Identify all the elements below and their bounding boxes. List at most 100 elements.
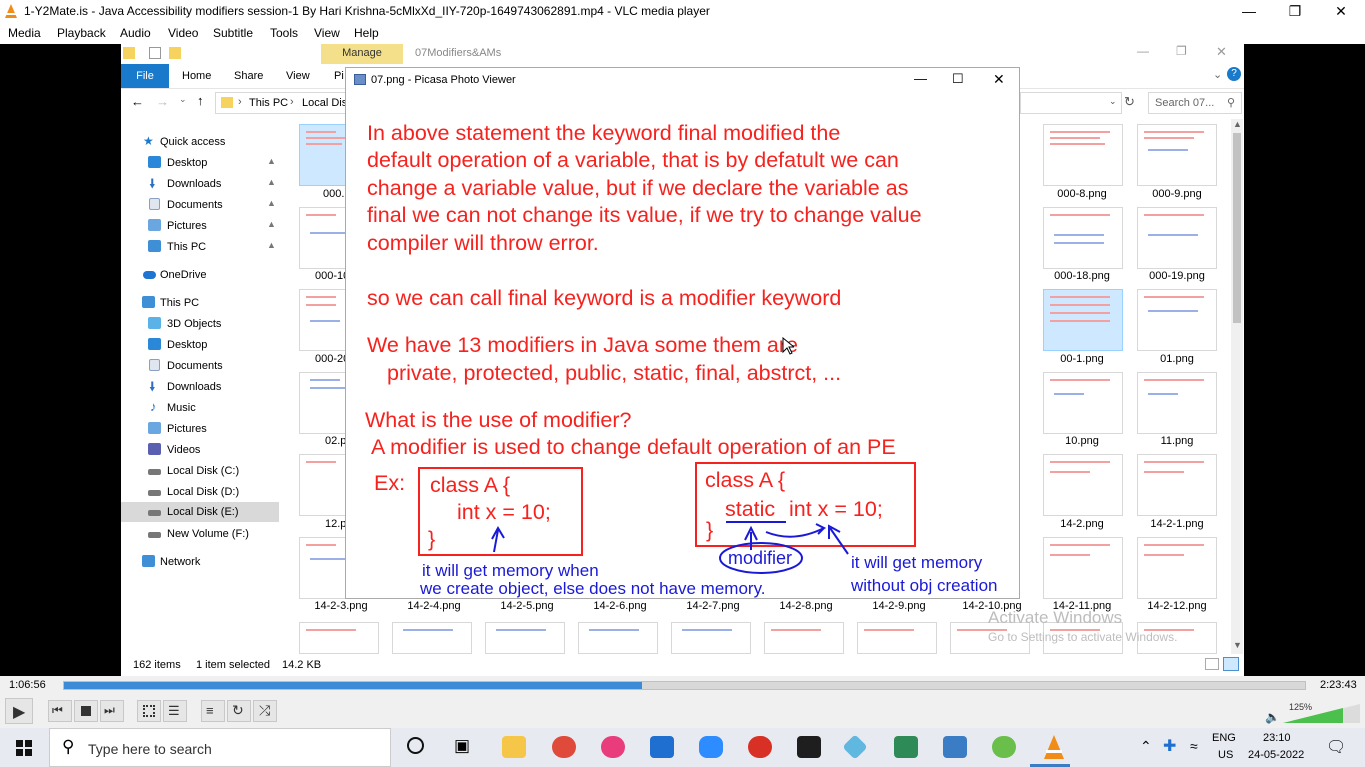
scroll-up-icon[interactable]: ▲	[1233, 119, 1242, 129]
file-thumbnail[interactable]	[1043, 207, 1123, 269]
shuffle-button[interactable]: ⤮	[253, 700, 277, 722]
file-thumbnail[interactable]	[671, 622, 751, 654]
nav-3d-objects[interactable]: 3D Objects	[121, 314, 279, 334]
restore-button[interactable]: ❐	[1272, 0, 1318, 23]
scroll-down-icon[interactable]: ▼	[1233, 640, 1242, 650]
ribbon-manage-tab[interactable]: Manage	[321, 44, 403, 64]
file-thumbnail[interactable]	[392, 622, 472, 654]
menu-video[interactable]: Video	[168, 26, 198, 40]
ribbon-picture-tools-tab[interactable]: Pi	[334, 70, 344, 82]
nav-downloads[interactable]: 🠛 Downloads ▲	[121, 174, 279, 194]
chevron-up-icon[interactable]: ⌃	[1140, 738, 1152, 755]
menu-tools[interactable]: Tools	[270, 26, 298, 40]
chevron-down-icon[interactable]: ⌄	[1213, 68, 1222, 81]
up-arrow-icon[interactable]: ↑	[197, 93, 204, 108]
vertical-scrollbar[interactable]: ▲ ▼	[1231, 119, 1243, 654]
ribbon-home-tab[interactable]: Home	[182, 70, 211, 82]
menu-subtitle[interactable]: Subtitle	[213, 26, 253, 40]
search-icon[interactable]: ⚲	[1227, 96, 1235, 109]
keyboard-layout[interactable]: US	[1218, 749, 1233, 761]
explorer-restore-button[interactable]: ❐	[1176, 44, 1187, 58]
nav-pc-documents[interactable]: Documents	[121, 356, 279, 376]
menu-audio[interactable]: Audio	[120, 26, 151, 40]
help-icon[interactable]: ?	[1227, 67, 1241, 81]
large-icons-view-icon[interactable]	[1223, 657, 1239, 671]
refresh-icon[interactable]: ↻	[1124, 94, 1135, 110]
back-arrow-icon[interactable]: ←	[131, 94, 144, 109]
file-thumbnail[interactable]	[485, 622, 565, 654]
address-local-disk[interactable]: Local Dis	[302, 97, 347, 109]
clock-time[interactable]: 23:10	[1263, 732, 1291, 744]
properties-icon[interactable]	[149, 47, 161, 59]
nav-desktop[interactable]: Desktop ▲	[121, 153, 279, 173]
forward-arrow-icon[interactable]: →	[156, 94, 169, 109]
file-thumbnail[interactable]	[1043, 124, 1123, 186]
seek-bar[interactable]	[63, 681, 1306, 690]
nav-this-pc-quick[interactable]: This PC ▲	[121, 237, 279, 257]
picasa-maximize-button[interactable]: ☐	[952, 71, 964, 87]
cortana-icon[interactable]	[407, 737, 424, 754]
file-thumbnail[interactable]	[299, 622, 379, 654]
recent-locations-icon[interactable]: ⌄	[179, 94, 187, 105]
file-thumbnail[interactable]	[1043, 537, 1123, 599]
file-thumbnail[interactable]	[1137, 537, 1217, 599]
language-indicator[interactable]: ENG	[1212, 732, 1236, 744]
speaker-icon[interactable]: 🔈	[1265, 710, 1280, 724]
minimize-button[interactable]: —	[1226, 0, 1272, 23]
nav-local-disk-c[interactable]: Local Disk (C:)	[121, 461, 279, 481]
ribbon-view-tab[interactable]: View	[286, 70, 310, 82]
file-thumbnail[interactable]	[578, 622, 658, 654]
menu-help[interactable]: Help	[354, 26, 379, 40]
file-thumbnail[interactable]	[1043, 289, 1123, 351]
file-thumbnail[interactable]	[1043, 454, 1123, 516]
vlc-taskbar-icon[interactable]	[1043, 735, 1065, 761]
nav-local-disk-d[interactable]: Local Disk (D:)	[121, 482, 279, 502]
play-button[interactable]: ▶	[5, 698, 33, 724]
zoom-icon[interactable]	[699, 736, 723, 758]
next-button[interactable]: ⏭	[100, 700, 124, 722]
explorer-minimize-button[interactable]: —	[1137, 44, 1149, 58]
file-thumbnail[interactable]	[1137, 289, 1217, 351]
recorder-icon[interactable]	[748, 736, 772, 758]
search-box[interactable]: Search 07... ⚲	[1148, 92, 1242, 114]
nav-pc-pictures[interactable]: Pictures	[121, 419, 279, 439]
menu-view[interactable]: View	[314, 26, 340, 40]
notepad-icon[interactable]	[797, 736, 821, 758]
nav-pictures[interactable]: Pictures ▲	[121, 216, 279, 236]
nav-documents[interactable]: Documents ▲	[121, 195, 279, 215]
nav-videos[interactable]: Videos	[121, 440, 279, 460]
clock-date[interactable]: 24-05-2022	[1248, 749, 1304, 761]
photos-icon[interactable]	[943, 736, 967, 758]
network-tool-icon[interactable]	[842, 734, 868, 760]
add-icon[interactable]: ✚	[1163, 736, 1176, 756]
address-dropdown-icon[interactable]: ⌄	[1109, 96, 1117, 107]
eclipse-icon[interactable]	[992, 736, 1016, 758]
ribbon-share-tab[interactable]: Share	[234, 70, 263, 82]
file-thumbnail[interactable]	[1043, 372, 1123, 434]
file-thumbnail[interactable]	[1137, 454, 1217, 516]
stop-button[interactable]	[74, 700, 98, 722]
close-button[interactable]: ✕	[1318, 0, 1364, 23]
chrome-icon[interactable]	[552, 736, 576, 758]
ribbon-file-tab[interactable]: File	[121, 64, 169, 88]
snipping-tool-icon[interactable]	[601, 736, 625, 758]
nav-pc-downloads[interactable]: 🠛 Downloads	[121, 377, 279, 397]
playlist-button[interactable]: ≡	[201, 700, 225, 722]
file-thumbnail[interactable]	[857, 622, 937, 654]
scrollbar-thumb[interactable]	[1233, 133, 1241, 323]
file-thumbnail[interactable]	[1137, 124, 1217, 186]
nav-new-volume-f[interactable]: New Volume (F:)	[121, 524, 279, 544]
nav-quick-access[interactable]: ★ Quick access	[121, 132, 279, 152]
store-icon[interactable]	[650, 736, 674, 758]
menu-playback[interactable]: Playback	[57, 26, 106, 40]
spreadsheet-icon[interactable]	[894, 736, 918, 758]
file-explorer-icon[interactable]	[502, 736, 526, 758]
address-field[interactable]: › This PC › Local Dis	[215, 92, 347, 114]
volume-slider[interactable]	[1283, 704, 1361, 724]
taskbar-search-box[interactable]: ⚲ Type here to search	[49, 728, 391, 767]
nav-music[interactable]: ♪ Music	[121, 398, 279, 418]
explorer-close-button[interactable]: ✕	[1216, 44, 1227, 60]
picasa-minimize-button[interactable]: —	[914, 71, 927, 86]
fullscreen-button[interactable]	[137, 700, 161, 722]
menu-media[interactable]: Media	[8, 26, 41, 40]
